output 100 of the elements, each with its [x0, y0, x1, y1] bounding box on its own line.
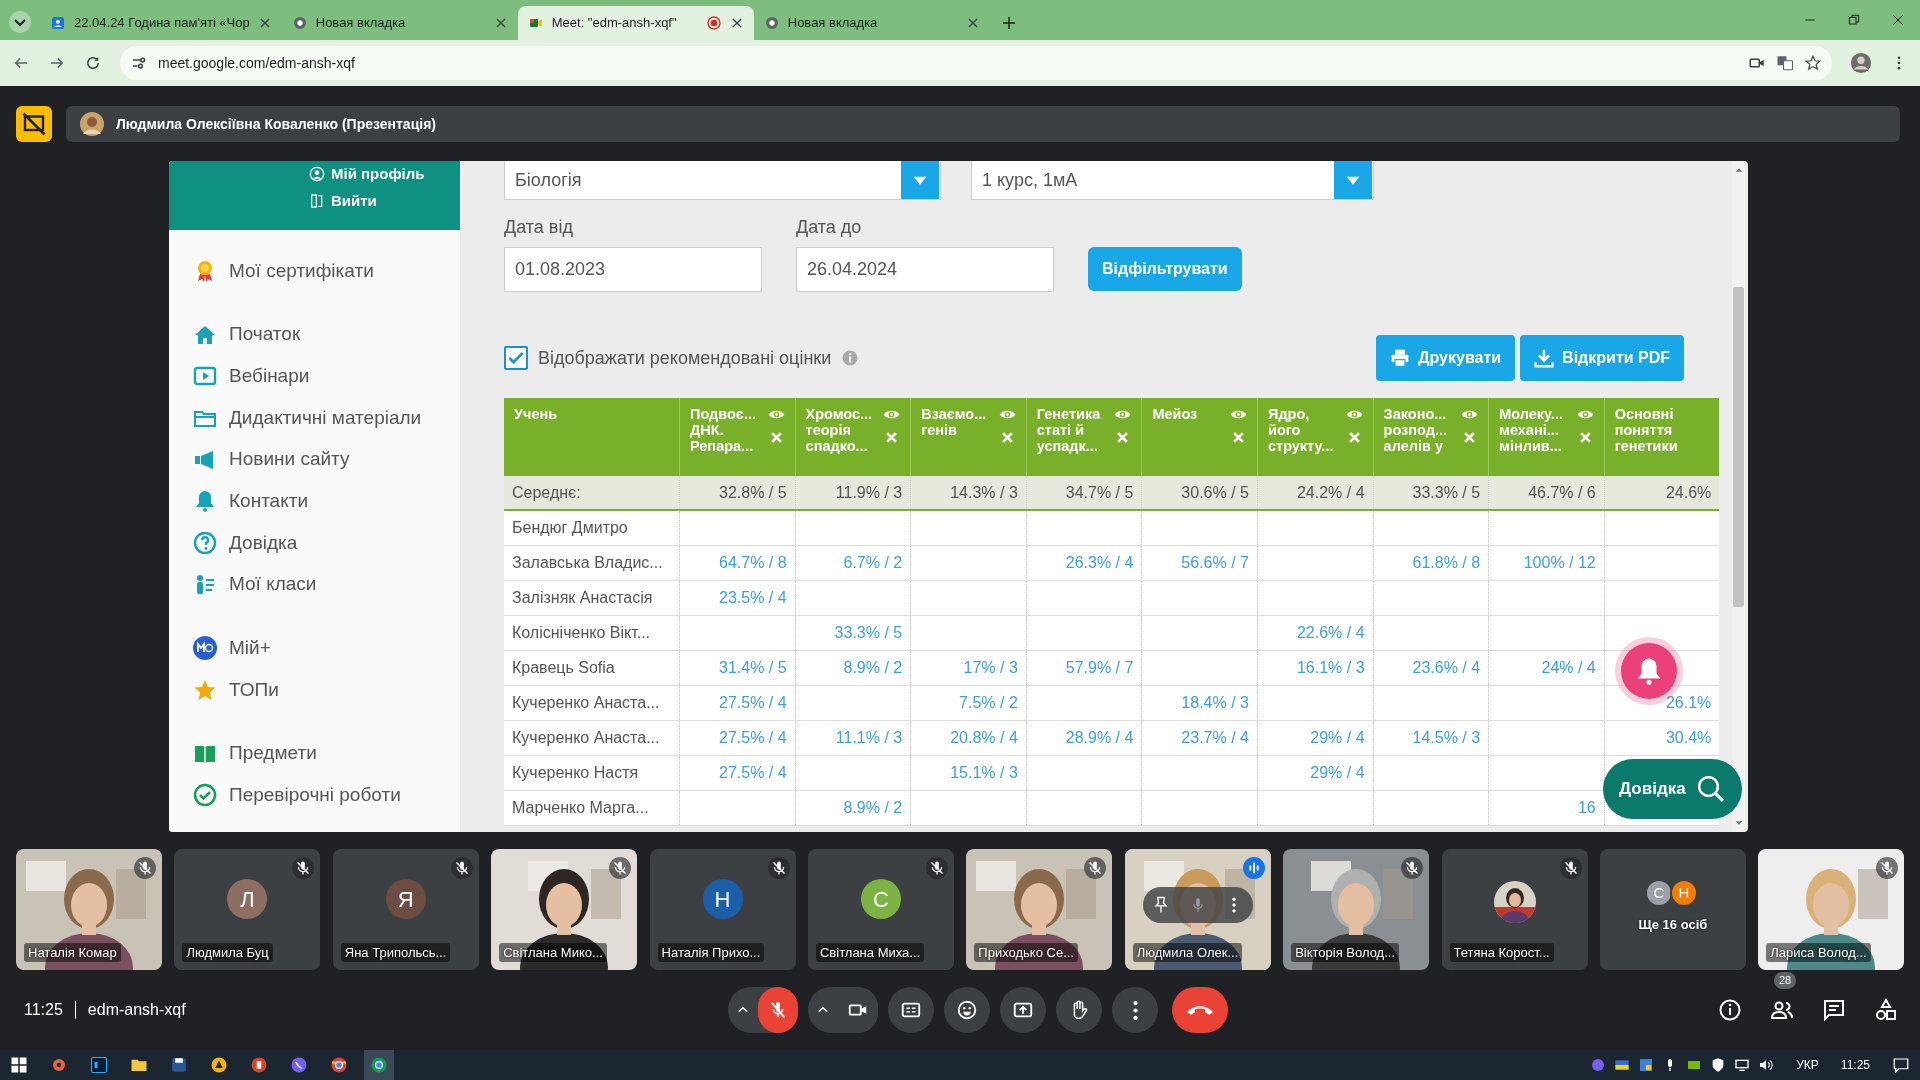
image-editor-icon[interactable]: [90, 1056, 108, 1074]
tab-list-icon[interactable]: [8, 10, 32, 34]
sidebar-item[interactable]: Перевірочні роботи: [193, 774, 460, 817]
participant-tile[interactable]: Наталія Комар: [16, 849, 162, 970]
network-icon[interactable]: [1734, 1057, 1751, 1073]
grade-cell-text: 24.6%: [1665, 482, 1712, 503]
exit-icon: [309, 192, 325, 209]
grade-cell-text: 57.9% / 7: [1065, 658, 1134, 678]
grade-cell-text: 23.7% / 4: [1181, 728, 1249, 748]
sidebar-item[interactable]: Мій+: [193, 627, 460, 670]
present-button[interactable]: [1000, 987, 1046, 1033]
floppy-icon[interactable]: [170, 1056, 188, 1074]
phone-bubble-icon[interactable]: [290, 1056, 308, 1074]
slides-icon[interactable]: [250, 1056, 268, 1074]
sidebar-item[interactable]: Довідка: [193, 522, 460, 564]
sidebar-item[interactable]: Мої сертифікати: [193, 250, 460, 292]
end-call-icon: [1187, 1005, 1213, 1015]
profile-link[interactable]: Вийти: [309, 189, 377, 212]
checkbox[interactable]: [504, 346, 528, 370]
sidebar-item[interactable]: Предмети: [193, 732, 460, 775]
sidebar-item[interactable]: ТОПи: [193, 669, 460, 711]
reload-icon[interactable]: [84, 54, 102, 72]
taskbar-button[interactable]: [364, 1050, 394, 1080]
dropdown[interactable]: 1 курс, 1мА: [971, 161, 1374, 200]
audio-level-icon: [1242, 857, 1265, 879]
info-icon[interactable]: [1718, 998, 1742, 1022]
notifications-icon[interactable]: [1892, 1056, 1910, 1074]
grade-cell-text: 15.1% / 3: [950, 763, 1018, 783]
student-name: Колісніченко Вікт...: [512, 623, 651, 643]
mic-off-button[interactable]: [758, 987, 798, 1033]
participant-tile[interactable]: Приходько Се...: [966, 849, 1113, 970]
activities-icon[interactable]: [1874, 998, 1898, 1022]
grade-cell-text: 6.7% / 2: [843, 553, 903, 573]
address-bar[interactable]: meet.google.com/edm-ansh-xqf: [120, 46, 1832, 80]
captions-button[interactable]: [888, 987, 934, 1033]
messenger-icon[interactable]: [1590, 1057, 1607, 1073]
close-icon[interactable]: [493, 16, 508, 30]
participant-tile[interactable]: Я Яна Трипольсь...: [332, 849, 479, 970]
translate-icon[interactable]: [1776, 54, 1794, 72]
end-call-button[interactable]: [1172, 987, 1228, 1033]
network-status-icon[interactable]: [1638, 1057, 1655, 1073]
grade-cell-text: 30.6% / 5: [1181, 482, 1249, 503]
presentation-off-icon[interactable]: [16, 106, 52, 142]
avatar: Л: [227, 879, 268, 919]
grade-cell-text: 32.8% / 5: [719, 482, 787, 503]
browser-tab[interactable]: Meet: "edm-ansh-xqf": [517, 6, 754, 40]
participant-tile[interactable]: С Н Ще 16 осіб: [1599, 849, 1746, 970]
sidebar-item[interactable]: Дидактичні матеріали: [193, 397, 460, 439]
participant-tile[interactable]: С Світлана Миха...: [807, 849, 954, 970]
browser-tab[interactable]: Новая вкладка: [753, 6, 990, 40]
close-icon[interactable]: [729, 16, 744, 30]
sidebar-item[interactable]: Новини сайту: [193, 438, 460, 481]
participant-tile[interactable]: Світлана Мико...: [491, 849, 638, 970]
windows-icon[interactable]: [10, 1056, 28, 1074]
participant-tile[interactable]: Л Людмила Буц: [174, 849, 321, 970]
emoji-button[interactable]: [944, 987, 990, 1033]
participant-tile[interactable]: Лариса Волод...: [1758, 849, 1905, 970]
sidebar-item[interactable]: Вебінари: [193, 355, 460, 398]
close-icon[interactable]: [257, 16, 272, 30]
participant-tile[interactable]: Вікторія Волод...: [1283, 849, 1430, 970]
printer-icon: [1390, 348, 1411, 368]
browser-tab[interactable]: Новая вкладка: [281, 6, 518, 40]
raise-hand-button[interactable]: [1056, 987, 1102, 1033]
browser-icon: [370, 1056, 388, 1074]
grade-cell-text: 30.4%: [1665, 728, 1712, 748]
dropdown[interactable]: Біологія: [504, 161, 941, 200]
avatar: С: [1644, 879, 1673, 907]
participant-tile[interactable]: Н Наталія Прихо...: [649, 849, 796, 970]
site-info-icon[interactable]: [130, 54, 148, 72]
meeting-time: 11:25: [24, 1000, 63, 1020]
more-options-button[interactable]: [1112, 987, 1158, 1033]
star-icon[interactable]: [1804, 54, 1822, 72]
chat-icon[interactable]: [1822, 998, 1846, 1022]
gear-icon[interactable]: [50, 1056, 68, 1074]
volume-icon[interactable]: [1758, 1057, 1775, 1073]
restore-icon[interactable]: [1846, 12, 1862, 28]
clock[interactable]: 11:25: [1840, 1056, 1870, 1074]
grade-cell-text: 11.1% / 3: [835, 728, 903, 748]
date-field[interactable]: 01.08.2023: [504, 247, 762, 292]
browser-tab[interactable]: 22.04.24 Година пам'яті «Чор: [40, 6, 282, 40]
close-icon[interactable]: [1890, 12, 1906, 28]
date-field[interactable]: 26.04.2024: [796, 247, 1054, 292]
profile-link[interactable]: Мій профіль: [309, 163, 425, 186]
sidebar-item[interactable]: Початок: [193, 313, 460, 356]
search-icon: [1695, 774, 1726, 804]
sidebar-item[interactable]: Контакти: [193, 480, 460, 523]
grade-cell-text: 14.5% / 3: [1412, 728, 1481, 748]
grade-cell-text: 100% / 12: [1523, 553, 1596, 573]
grade-cell-text: 31.4% / 5: [719, 658, 787, 678]
profile-avatar-icon[interactable]: [1850, 52, 1872, 74]
flag-icon[interactable]: [1614, 1057, 1631, 1073]
participant-tile[interactable]: Тетяна Корост...: [1441, 849, 1588, 970]
keyboard-language[interactable]: УКР: [1796, 1056, 1819, 1074]
sidebar-item[interactable]: Мої класи: [193, 563, 460, 606]
help-button[interactable]: Довідка: [1603, 759, 1742, 819]
participant-tile[interactable]: Людмила Олек...: [1124, 849, 1271, 970]
scrollbar-thumb[interactable]: [1733, 287, 1744, 607]
close-icon[interactable]: [965, 16, 980, 30]
browser-icon[interactable]: [330, 1056, 348, 1074]
grade-cell-text: 34.7% / 5: [1065, 482, 1134, 503]
